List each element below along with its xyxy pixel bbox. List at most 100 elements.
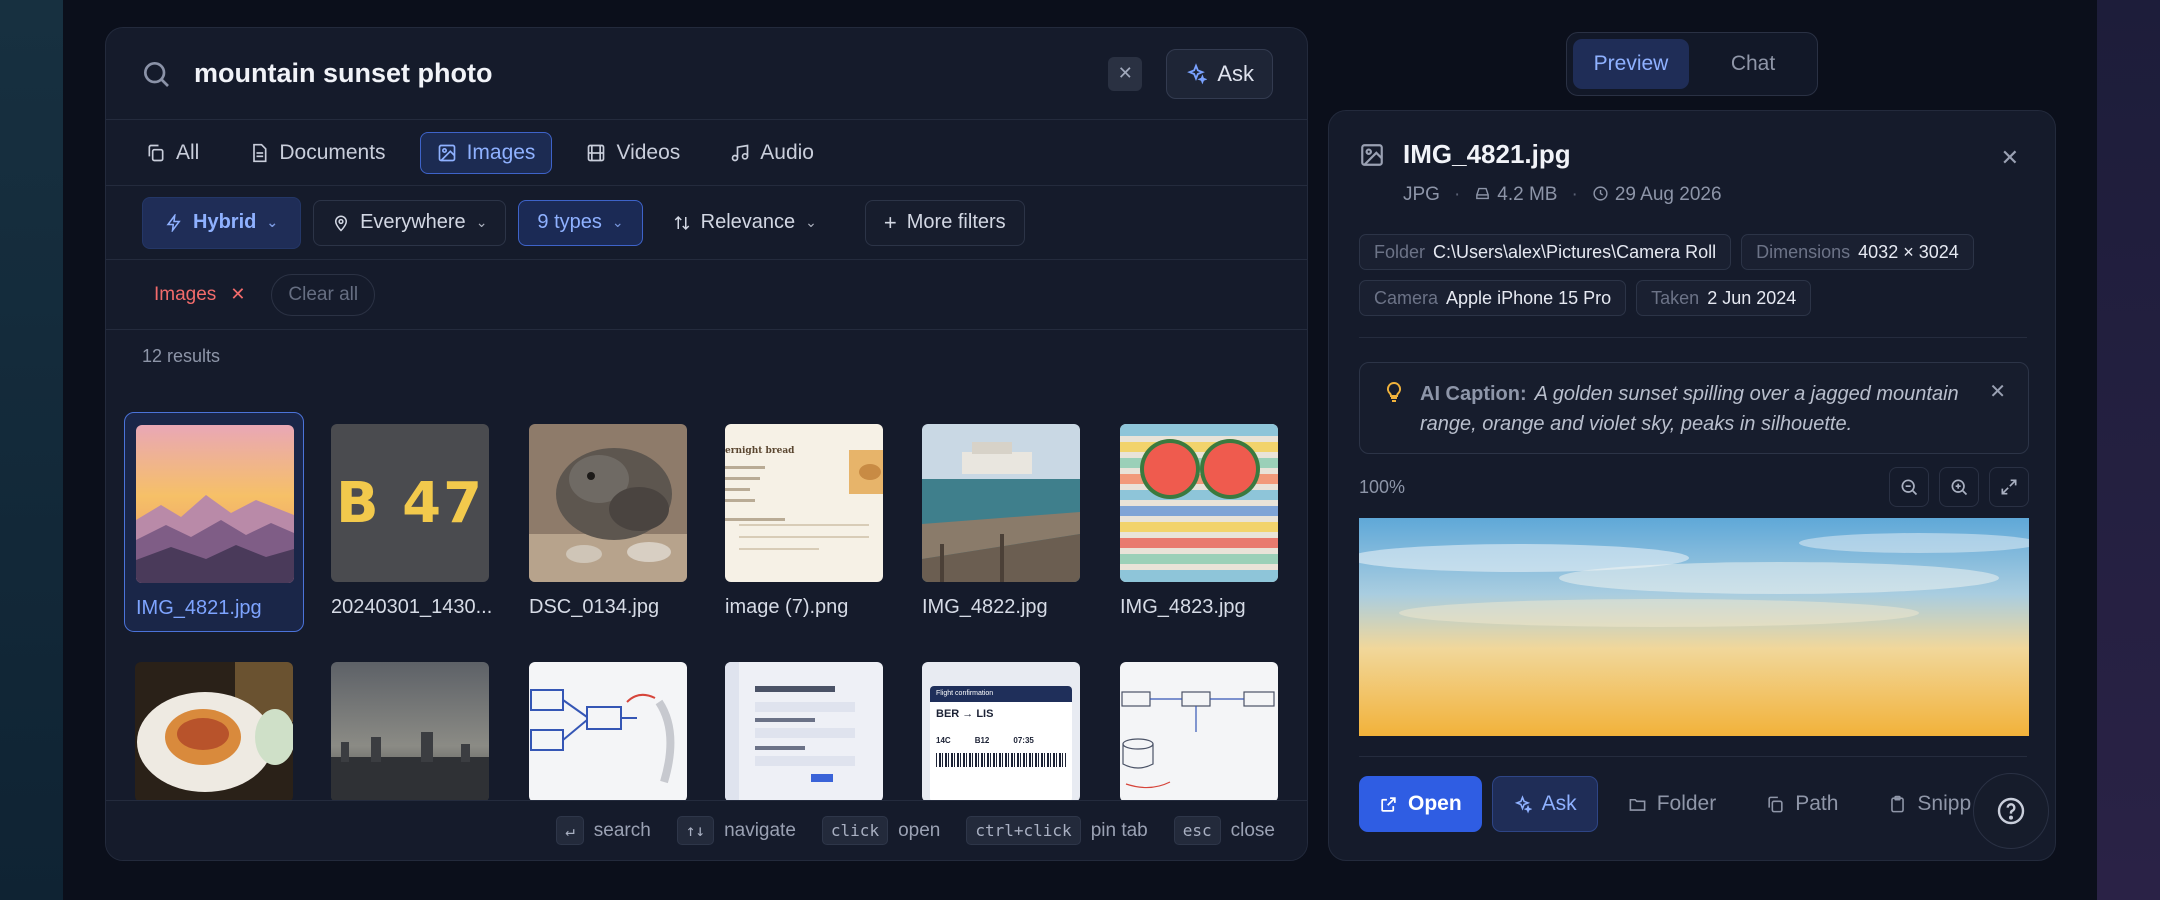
result-card[interactable] — [714, 650, 894, 802]
result-card[interactable]: DSC_0134.jpg — [518, 412, 698, 619]
hint-key: ctrl+click — [966, 816, 1081, 845]
plus-icon: + — [883, 209, 897, 235]
tag-camera[interactable]: Camera Apple iPhone 15 Pro — [1359, 280, 1627, 316]
hint-label: open — [898, 819, 941, 841]
snippet-button-label: Snipp — [1917, 792, 1972, 815]
divider — [1359, 756, 2027, 757]
metadata-tags: Folder C:\Users\alex\Pictures\Camera Roll… — [1359, 234, 2029, 316]
more-filters-button[interactable]: + More filters — [864, 199, 1025, 246]
result-card[interactable] — [124, 650, 304, 802]
boarding-pass-time: 07:35 — [1013, 736, 1034, 745]
hint-key: esc — [1173, 816, 1221, 845]
recipe-title: ernight bread — [725, 446, 795, 456]
tag-key: Camera — [1374, 287, 1439, 308]
zoom-in-icon — [1951, 479, 1968, 496]
thumbnail-flow-diagram — [1120, 662, 1278, 802]
result-card[interactable]: ernight bread image (7).png — [714, 412, 894, 619]
boarding-pass-header: Flight confirmation — [930, 686, 1072, 702]
chevron-down-icon: ⌄ — [266, 214, 279, 230]
hint-key: ↑↓ — [676, 816, 715, 845]
preview-header: IMG_4821.jpg ✕ JPG · 4.2 MB · 29 Aug 202… — [1359, 139, 2025, 206]
clear-all-button[interactable]: Clear all — [271, 273, 376, 316]
chat-mode-button[interactable]: Chat — [1695, 39, 1811, 89]
ask-button[interactable]: Ask — [1166, 48, 1273, 99]
hint-navigate: ↑↓ navigate — [676, 816, 796, 845]
ask-button-label: Ask — [1217, 60, 1254, 86]
file-types-dropdown[interactable]: 9 types ⌄ — [518, 199, 643, 246]
copy-icon — [148, 144, 164, 161]
tag-key: Folder — [1374, 241, 1426, 262]
hint-pin-tab: ctrl+click pin tab — [966, 816, 1148, 845]
image-icon — [438, 144, 455, 161]
help-button[interactable] — [1973, 773, 2049, 849]
tab-videos[interactable]: Videos — [570, 133, 696, 173]
desktop-edge-left — [0, 0, 63, 900]
open-button[interactable]: Open — [1359, 776, 1482, 832]
search-mode-dropdown[interactable]: Hybrid ⌄ — [142, 196, 302, 249]
close-icon[interactable]: ✕ — [2001, 145, 2019, 171]
thumbnail-watermelon-photo — [1120, 424, 1278, 582]
tab-all[interactable]: All — [142, 133, 215, 173]
result-name: 20240301_1430... — [331, 596, 493, 618]
tab-audio[interactable]: Audio — [714, 133, 830, 173]
active-filter-images[interactable]: Images ✕ — [154, 284, 245, 306]
thumbnail-city-skyline — [331, 662, 489, 802]
tag-dimensions[interactable]: Dimensions 4032 × 3024 — [1741, 234, 1974, 270]
search-panel: mountain sunset photo ✕ Ask All Document… — [105, 27, 1308, 861]
thumbnail-pier-photo — [922, 424, 1080, 582]
dismiss-caption-icon[interactable]: ✕ — [1989, 377, 2006, 407]
result-name: IMG_4821.jpg — [136, 597, 262, 619]
tab-images[interactable]: Images — [419, 131, 553, 174]
tag-taken[interactable]: Taken 2 Jun 2024 — [1636, 280, 1812, 316]
tab-label: Audio — [760, 140, 814, 164]
boarding-pass-card: Flight confirmation BER → LIS 14C B12 07… — [930, 686, 1072, 802]
file-format: JPG — [1403, 184, 1440, 205]
sort-dropdown[interactable]: Relevance ⌄ — [655, 200, 835, 246]
file-size: 4.2 MB — [1497, 184, 1558, 205]
result-card[interactable]: IMG_4821.jpg — [124, 412, 304, 632]
location-label: Everywhere — [360, 211, 466, 233]
result-card[interactable] — [1109, 650, 1289, 802]
ask-about-file-button[interactable]: Ask — [1491, 776, 1598, 832]
hint-label: navigate — [724, 819, 796, 841]
result-card[interactable] — [320, 650, 500, 802]
help-icon — [1997, 797, 2025, 825]
tag-value: Apple iPhone 15 Pro — [1446, 287, 1612, 308]
search-icon — [144, 61, 169, 87]
result-name: DSC_0134.jpg — [529, 596, 660, 618]
open-folder-button[interactable]: Folder — [1608, 776, 1737, 832]
result-card[interactable]: B 47 20240301_1430... — [320, 412, 500, 619]
tag-key: Taken — [1651, 287, 1700, 308]
search-input[interactable]: mountain sunset photo — [194, 58, 1108, 89]
file-date: 29 Aug 2026 — [1614, 184, 1722, 205]
results-grid: IMG_4821.jpg B 47 20240301_1430... DSC_0… — [124, 412, 1304, 824]
clear-search-button[interactable]: ✕ — [1108, 56, 1143, 91]
preview-mode-button[interactable]: Preview — [1573, 39, 1689, 89]
result-card[interactable]: IMG_4822.jpg — [911, 412, 1091, 619]
hint-key: ↵ — [556, 816, 584, 845]
fullscreen-button[interactable] — [1989, 467, 2029, 507]
ai-caption-label: AI Caption: — [1420, 383, 1527, 405]
result-card[interactable]: IMG_4823.jpg — [1109, 412, 1289, 619]
copy-path-button[interactable]: Path — [1746, 776, 1858, 832]
tab-documents[interactable]: Documents — [233, 133, 401, 173]
boarding-pass-gate: B12 — [974, 736, 990, 745]
desktop-edge-right — [2097, 0, 2160, 900]
zoom-out-button[interactable] — [1889, 467, 1929, 507]
remove-filter-icon[interactable]: ✕ — [230, 284, 245, 305]
result-card[interactable] — [518, 650, 698, 802]
zoom-in-button[interactable] — [1939, 467, 1979, 507]
external-link-icon — [1381, 796, 1396, 812]
tag-folder[interactable]: Folder C:\Users\alex\Pictures\Camera Roll — [1359, 234, 1732, 270]
hint-close: esc close — [1173, 816, 1275, 845]
separator-dot: · — [1571, 184, 1578, 205]
bolt-icon — [166, 213, 181, 232]
clock-icon — [1593, 186, 1608, 201]
result-name: IMG_4822.jpg — [922, 596, 1048, 618]
chevron-down-icon: ⌄ — [805, 214, 817, 230]
result-card[interactable]: Flight confirmation BER → LIS 14C B12 07… — [911, 650, 1091, 802]
tag-value: C:\Users\alex\Pictures\Camera Roll — [1433, 241, 1717, 262]
location-dropdown[interactable]: Everywhere ⌄ — [313, 199, 507, 246]
hint-open: click open — [821, 816, 941, 845]
boarding-pass-details: 14C B12 07:35 — [930, 720, 1072, 745]
